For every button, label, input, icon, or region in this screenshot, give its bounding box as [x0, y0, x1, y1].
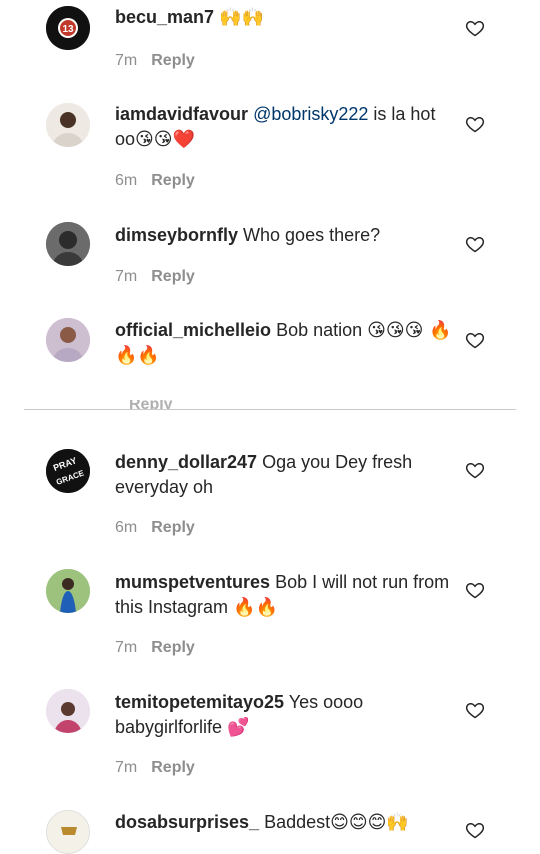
comment-time: 6m: [115, 519, 138, 536]
heart-icon: [465, 20, 485, 37]
heart-icon: [465, 822, 485, 839]
comment-emoji: 😘😘❤️: [135, 129, 195, 150]
comment-emoji: 🙌🙌: [219, 7, 264, 28]
comment-username[interactable]: temitopetemitayo25: [115, 692, 284, 712]
avatar-photo-icon: [46, 689, 90, 733]
comment-text: Bob nation: [271, 320, 368, 340]
like-button[interactable]: [465, 234, 485, 254]
comment-emoji: 🔥🔥: [233, 597, 278, 618]
like-button[interactable]: [465, 330, 485, 350]
like-button[interactable]: [465, 18, 485, 38]
comment-username[interactable]: dimseybornfly: [115, 225, 238, 245]
comment-mention[interactable]: @bobrisky222: [253, 104, 368, 124]
heart-icon: [465, 116, 485, 133]
comment-meta: 7m Reply: [115, 52, 195, 70]
comment-username[interactable]: denny_dollar247: [115, 452, 257, 472]
reply-button[interactable]: Reply: [151, 519, 195, 536]
comment-body: becu_man7 🙌🙌: [115, 5, 455, 30]
avatar[interactable]: [46, 103, 90, 147]
reply-button[interactable]: Reply: [129, 400, 173, 409]
comment-username[interactable]: mumspetventures: [115, 572, 270, 592]
comment-time: 7m: [115, 52, 138, 69]
comment-username[interactable]: becu_man7: [115, 7, 214, 27]
like-button[interactable]: [465, 700, 485, 720]
comment-body: denny_dollar247 Oga you Dey fresh everyd…: [115, 450, 455, 500]
comment-body: dosabsurprises_ Baddest😊😊😊🙌: [115, 810, 455, 835]
comment-meta: 7m Reply: [115, 639, 195, 657]
avatar-logo-icon: PRAY GRACE: [46, 449, 90, 493]
avatar[interactable]: [46, 689, 90, 733]
comment-body: dimseybornfly Who goes there?: [115, 223, 455, 248]
reply-button[interactable]: Reply: [151, 639, 195, 656]
avatar-photo-icon: [46, 318, 90, 362]
comment-meta: 7m Reply: [115, 268, 195, 286]
avatar-badge-text: 13: [62, 24, 74, 35]
avatar[interactable]: PRAY GRACE: [46, 449, 90, 493]
like-button[interactable]: [465, 580, 485, 600]
avatar-photo-icon: [46, 222, 90, 266]
like-button[interactable]: [465, 460, 485, 480]
comment-time: 7m: [115, 639, 138, 656]
reply-button[interactable]: Reply: [151, 172, 195, 189]
avatar-logo-icon: [47, 811, 89, 853]
avatar-badge-icon: 13: [46, 6, 90, 50]
heart-icon: [465, 236, 485, 253]
comment-time: 7m: [115, 268, 138, 285]
comment-body: mumspetventures Bob I will not run from …: [115, 570, 455, 620]
comment-body: temitopetemitayo25 Yes oooo babygirlforl…: [115, 690, 455, 740]
comment-text: Baddest: [259, 812, 331, 832]
avatar[interactable]: [46, 569, 90, 613]
comment-time: 7m: [115, 759, 138, 776]
heart-icon: [465, 702, 485, 719]
comment-time: 6m: [115, 172, 138, 189]
comment-emoji: 💕: [227, 717, 250, 738]
comment-body: iamdavidfavour @bobrisky222 is la hot oo…: [115, 102, 455, 152]
divider: [24, 409, 516, 410]
heart-icon: [465, 582, 485, 599]
comment-body: official_michelleio Bob nation 😘😘😘 🔥🔥🔥: [115, 318, 455, 368]
comment-text: Who goes there?: [238, 225, 381, 245]
avatar[interactable]: [46, 810, 90, 854]
comment-meta-cropped: Reply: [115, 400, 173, 409]
comment-username[interactable]: official_michelleio: [115, 320, 271, 340]
heart-icon: [465, 332, 485, 349]
comment-meta: 6m Reply: [115, 172, 195, 190]
heart-icon: [465, 462, 485, 479]
avatar[interactable]: 13: [46, 6, 90, 50]
comment-username[interactable]: dosabsurprises_: [115, 812, 259, 832]
comment-meta: 7m Reply: [115, 759, 195, 777]
like-button[interactable]: [465, 820, 485, 840]
avatar-photo-icon: [46, 103, 90, 147]
reply-button[interactable]: Reply: [151, 52, 195, 69]
comment-username[interactable]: iamdavidfavour: [115, 104, 248, 124]
avatar-photo-icon: [46, 569, 90, 613]
avatar[interactable]: [46, 222, 90, 266]
comment-meta: 6m Reply: [115, 519, 195, 537]
avatar[interactable]: [46, 318, 90, 362]
like-button[interactable]: [465, 114, 485, 134]
reply-button[interactable]: Reply: [151, 759, 195, 776]
reply-button[interactable]: Reply: [151, 268, 195, 285]
